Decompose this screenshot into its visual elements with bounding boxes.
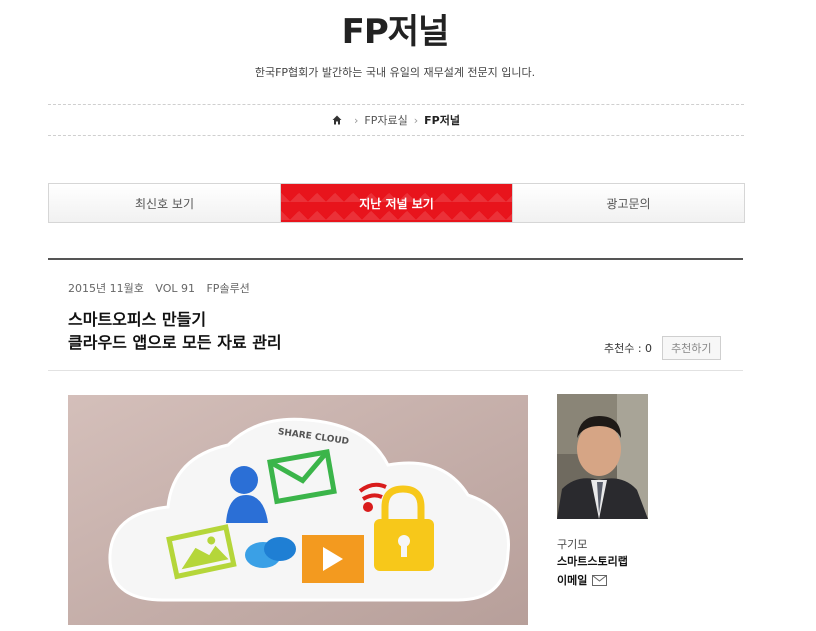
article-volume: VOL 91 [155,282,195,295]
author-organization: 스마트스토리랩 [557,555,628,568]
home-icon[interactable] [332,115,342,125]
recommend-count: 추천수 : 0 [604,342,653,355]
page-title: FP저널 [341,12,450,52]
author-email-link[interactable]: 이메일 [557,572,608,588]
article-hero-image: SHARE CLOUD [68,395,528,625]
recommend-button[interactable]: 추천하기 [662,336,721,360]
author-photo [557,394,648,519]
breadcrumb-item-fp-journal[interactable]: FP저널 [424,112,460,128]
divider [48,258,743,260]
play-icon [302,535,364,583]
breadcrumb: › FP자료실 › FP저널 [48,104,744,136]
tab-latest-issue[interactable]: 최신호 보기 [49,184,280,222]
page-description: 한국FP협회가 발간하는 국내 유일의 재무설계 전문지 입니다. [254,66,536,79]
journal-tabs: 최신호 보기 지난 저널 보기 광고문의 [48,183,745,223]
tab-ad-inquiry[interactable]: 광고문의 [512,184,744,222]
tab-past-journals[interactable]: 지난 저널 보기 [280,184,512,222]
article-title-line2: 클라우드 앱으로 모든 자료 관리 [68,333,282,352]
envelope-icon [592,574,608,586]
divider [48,370,743,371]
article-title-line1: 스마트오피스 만들기 [68,310,207,329]
author-email-label: 이메일 [557,574,588,587]
article-issue: 2015년 11월호 [68,282,144,295]
person-icon [230,466,258,494]
author-name: 구기모 [557,538,588,551]
chevron-right-icon: › [413,113,419,127]
recommend-area: 추천수 : 0 추천하기 [604,336,721,360]
article-category: FP솔루션 [206,282,250,295]
chevron-right-icon: › [354,113,359,127]
breadcrumb-item-fp-resources[interactable]: FP자료실 [364,112,407,128]
article-title: 스마트오피스 만들기 클라우드 앱으로 모든 자료 관리 [68,308,282,354]
article-meta: 2015년 11월호 VOL 91 FP솔루션 [68,280,250,296]
